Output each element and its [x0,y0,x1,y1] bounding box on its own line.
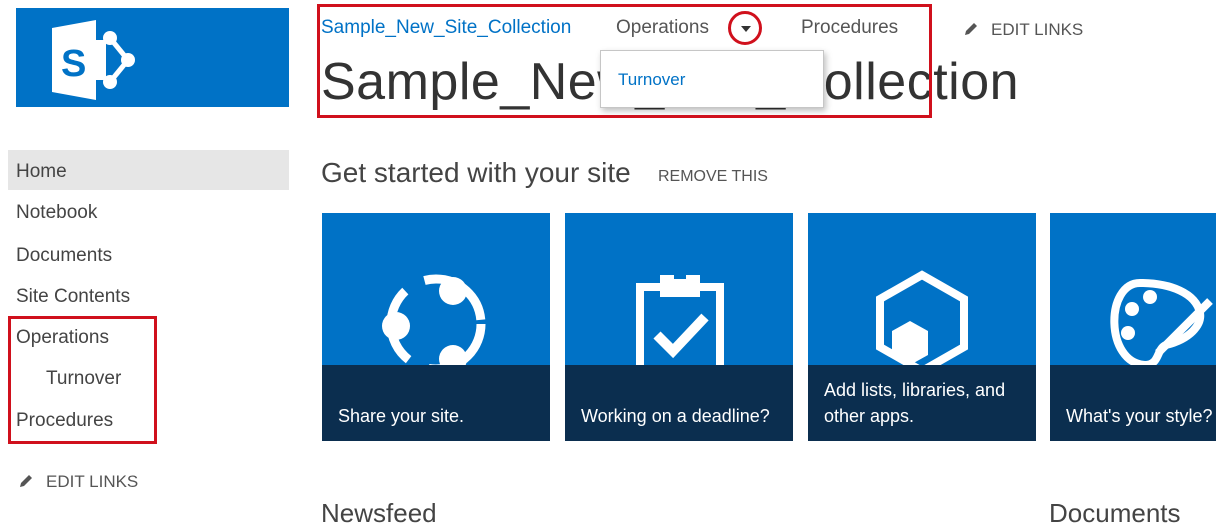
tile-caption: Add lists, libraries, and other apps. [824,380,1006,426]
tile-style[interactable]: What's your style? [1050,213,1216,441]
top-edit-links[interactable]: EDIT LINKS [963,20,1083,40]
sidebar-item-home[interactable]: Home [16,161,67,183]
tile-share-site[interactable]: Share your site. [322,213,550,441]
pencil-icon [20,475,32,487]
tile-caption: Share your site. [338,406,465,426]
dropdown-arrow-icon[interactable] [728,11,762,45]
sidebar-item-turnover[interactable]: Turnover [46,368,121,390]
pencil-icon [965,23,977,35]
svg-text:S: S [61,43,86,85]
sidebar-item-site-contents[interactable]: Site Contents [16,286,130,308]
operations-dropdown-menu: Turnover [600,50,824,108]
sharepoint-logo-icon: S [52,20,135,100]
side-edit-links[interactable]: EDIT LINKS [18,472,138,492]
tile-caption: What's your style? [1066,406,1213,426]
side-edit-links-label: EDIT LINKS [46,472,139,491]
newsfeed-heading: Newsfeed [321,498,437,528]
documents-heading: Documents [1049,498,1181,528]
sidebar-item-notebook[interactable]: Notebook [16,202,97,224]
sharepoint-logo[interactable]: S [16,8,289,107]
tile-add-apps[interactable]: Add lists, libraries, and other apps. [808,213,1036,441]
get-started-title: Get started with your site [321,157,631,188]
topnav-procedures[interactable]: Procedures [801,17,898,39]
sidebar-item-procedures[interactable]: Procedures [16,410,113,432]
site-home-link[interactable]: Sample_New_Site_Collection [321,17,571,39]
sidebar-item-operations[interactable]: Operations [16,327,109,349]
top-edit-links-label: EDIT LINKS [991,20,1084,39]
tile-deadline[interactable]: Working on a deadline? [565,213,793,441]
sidebar-item-documents[interactable]: Documents [16,245,112,267]
topnav-operations[interactable]: Operations [616,17,709,39]
dropdown-item-turnover[interactable]: Turnover [618,70,685,90]
tile-caption: Working on a deadline? [581,406,770,426]
remove-this-link[interactable]: REMOVE THIS [658,168,768,186]
